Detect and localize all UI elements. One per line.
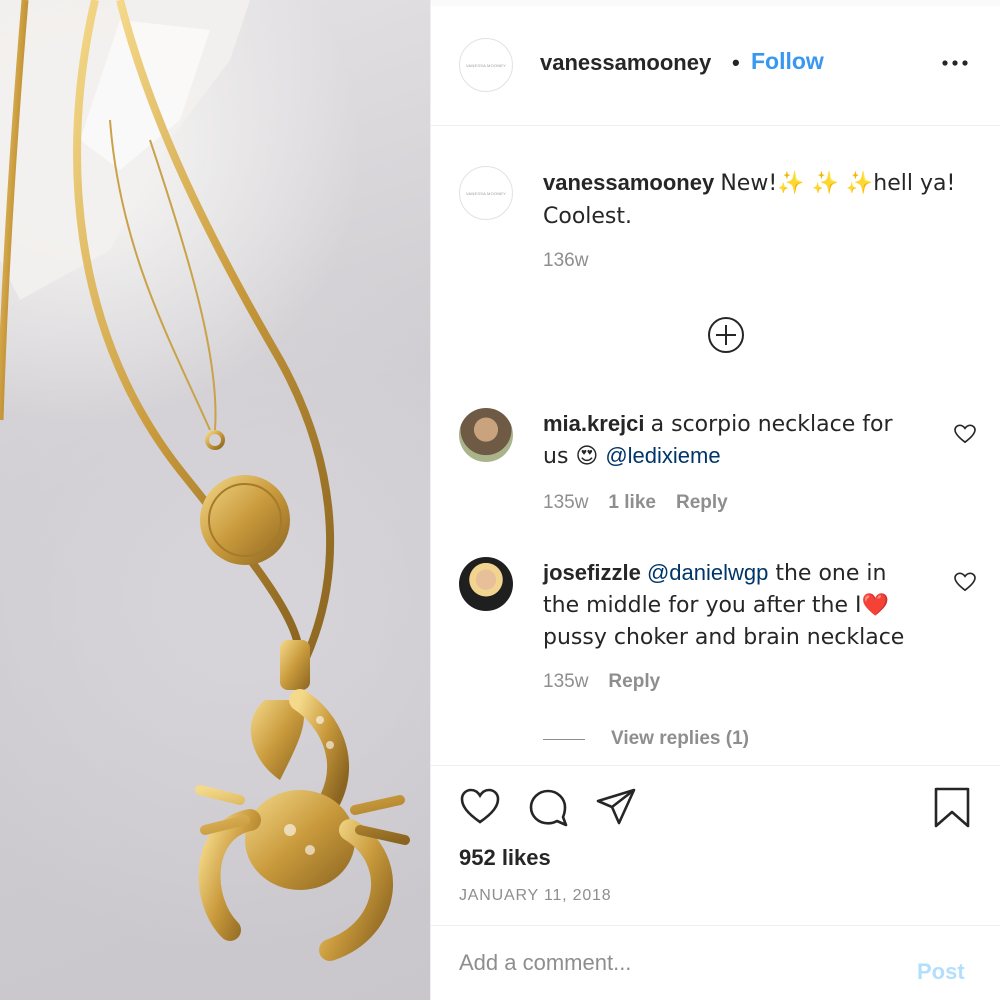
comment-timestamp[interactable]: 135w [543,492,588,514]
comment-like-heart-icon[interactable] [954,424,976,444]
post-date[interactable]: JANUARY 11, 2018 [459,887,611,905]
commenter-avatar[interactable] [459,557,513,611]
post-details-panel: VANESSA MOONEY vanessamooney • Follow VA… [430,0,1000,1000]
comment-mention[interactable]: @ledixieme [605,443,720,468]
reply-button[interactable]: Reply [608,671,660,693]
add-comment-input[interactable] [459,946,879,980]
post-header: VANESSA MOONEY vanessamooney • Follow [431,0,1000,126]
view-replies-button[interactable]: View replies (1) [543,728,749,750]
separator-dot: • [732,50,740,75]
follow-button[interactable]: Follow [751,48,824,75]
comment-icon[interactable] [527,786,569,828]
comment-username[interactable]: mia.krejci [543,411,645,436]
comment-meta: 135w Reply [543,671,660,693]
likes-count[interactable]: 952 likes [459,845,551,871]
comment-timestamp[interactable]: 135w [543,671,588,693]
avatar-logo-text: VANESSA MOONEY [465,62,507,68]
comment-like-heart-icon[interactable] [954,572,976,592]
post-actions: 952 likes JANUARY 11, 2018 [431,765,1000,925]
profile-avatar[interactable]: VANESSA MOONEY [459,38,513,92]
comment-username[interactable]: josefizzle [543,560,641,585]
post-username[interactable]: vanessamooney [540,50,711,76]
paper-plane-icon[interactable] [595,786,637,828]
comment-mention[interactable]: @danielwgp [647,560,768,585]
comment-item: josefizzle @danielwgp the one in the mid… [543,557,923,653]
comment-meta: 135w 1 like Reply [543,492,728,514]
bookmark-icon[interactable] [931,786,973,828]
comment-item: mia.krejci a scorpio necklace for us 😍 @… [543,408,923,472]
plus-circle-icon[interactable] [707,316,745,354]
caption-timestamp[interactable]: 136w [543,250,588,272]
view-replies-line [543,738,585,740]
post-comment-button[interactable]: Post [917,959,965,985]
caption-avatar[interactable]: VANESSA MOONEY [459,166,513,220]
caption-avatar-logo-text: VANESSA MOONEY [465,190,507,196]
reply-button[interactable]: Reply [676,492,728,514]
comment-likes[interactable]: 1 like [608,492,656,514]
caption-username[interactable]: vanessamooney [543,170,714,195]
post-caption: vanessamooney New!✨ ✨ ✨hell ya! Coolest. [543,167,983,233]
commenter-avatar[interactable] [459,408,513,462]
post-photo[interactable] [0,0,430,1000]
add-comment-bar: Post [431,925,1000,1000]
heart-icon[interactable] [459,786,501,828]
more-options-icon[interactable] [940,53,970,73]
necklace-illustration [0,0,410,961]
view-replies-label: View replies (1) [611,728,749,749]
